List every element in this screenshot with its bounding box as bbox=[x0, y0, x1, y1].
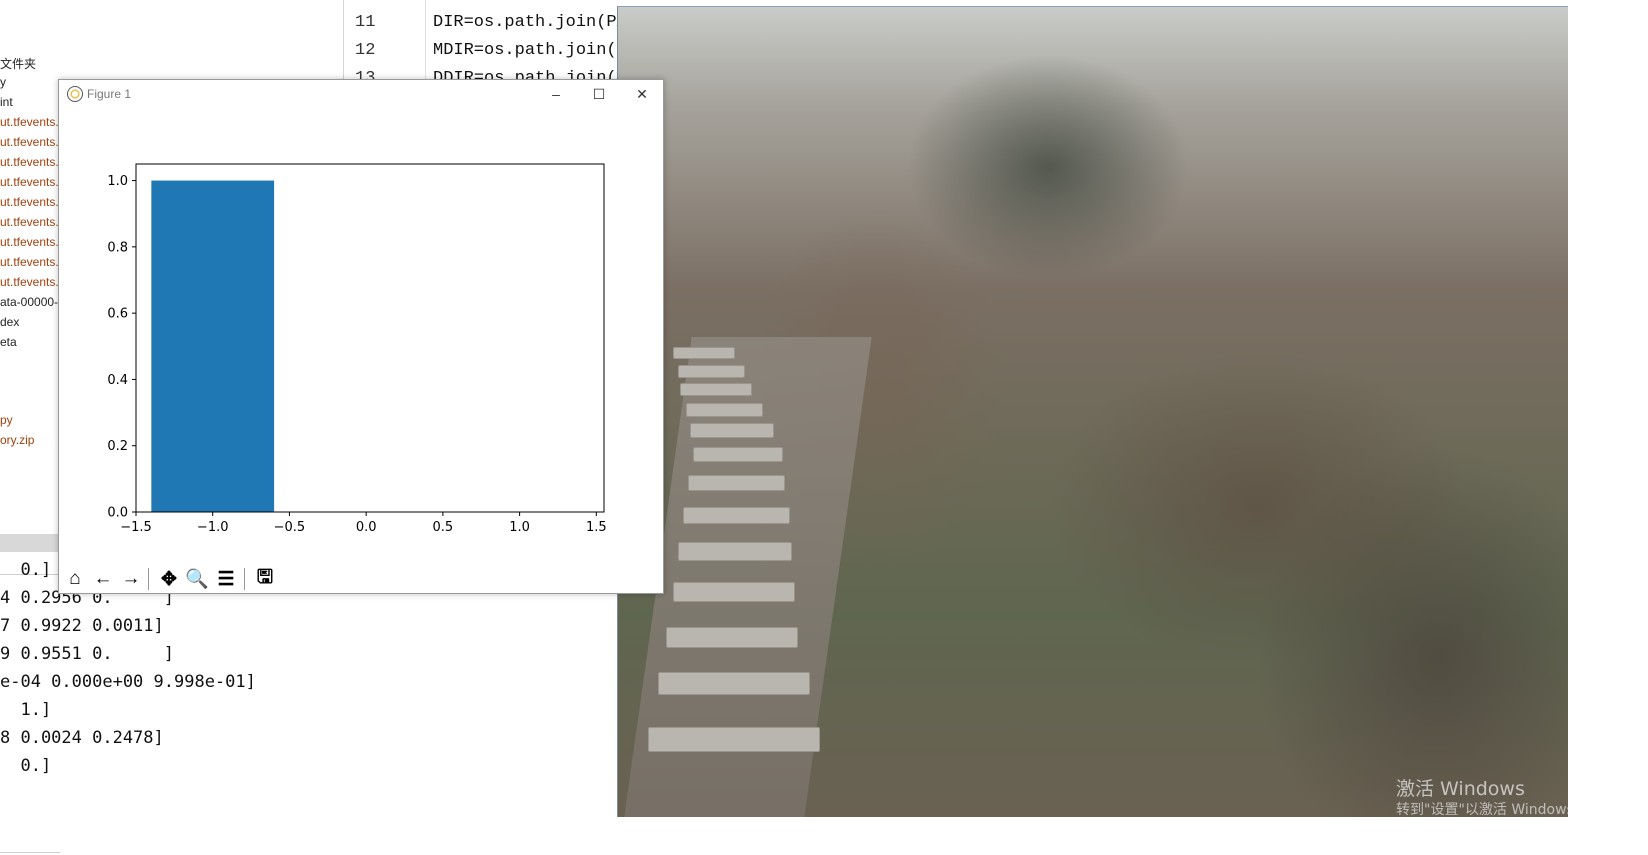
file-list-item[interactable]: ut.tfevents.1 bbox=[0, 235, 65, 249]
file-list-item[interactable]: ut.tfevents.1 bbox=[0, 195, 65, 209]
video-frame: 激活 Windows 转到"设置"以激活 Windows。 bbox=[617, 6, 1568, 817]
stone-step bbox=[673, 582, 795, 602]
save-icon[interactable]: 🖫 bbox=[252, 566, 278, 592]
pan-icon[interactable]: ✥ bbox=[156, 566, 182, 592]
minimize-button[interactable]: – bbox=[541, 84, 571, 104]
file-list-item[interactable]: ut.tfevents.1 bbox=[0, 115, 65, 129]
x-tick-label: −1.0 bbox=[197, 520, 229, 535]
stone-step bbox=[678, 542, 792, 561]
line-number: 12 bbox=[355, 41, 376, 60]
console-line: 0.] bbox=[0, 756, 52, 776]
x-tick-label: 0.0 bbox=[356, 520, 377, 535]
zoom-icon[interactable]: 🔍 bbox=[184, 566, 210, 592]
y-tick-label: 0.2 bbox=[107, 439, 128, 454]
toolbar-separator bbox=[148, 568, 149, 590]
code-line[interactable]: MDIR=os.path.join(DI bbox=[433, 41, 637, 60]
stone-step bbox=[688, 475, 785, 492]
home-icon[interactable]: ⌂ bbox=[62, 566, 88, 592]
windows-activation-hint: 转到"设置"以激活 Windows。 bbox=[1396, 802, 1568, 817]
figure-window[interactable]: Figure 1 – ☐ ✕ −1.5 −1.0 −0.5 0.0 0.5 1.0 1.5 0… bbox=[58, 79, 664, 594]
close-button[interactable]: ✕ bbox=[627, 84, 657, 104]
file-list-item[interactable]: ut.tfevents.1 bbox=[0, 175, 65, 189]
file-list-item[interactable]: eta bbox=[0, 335, 17, 349]
console-line: 1.] bbox=[0, 700, 52, 720]
x-tick-label: 0.5 bbox=[433, 520, 454, 535]
x-tick-label: −1.5 bbox=[120, 520, 152, 535]
file-list-item[interactable]: ut.tfevents.1 bbox=[0, 135, 65, 149]
y-tick-label: 0.0 bbox=[107, 506, 128, 521]
file-list-item[interactable]: ut.tfevents.1 bbox=[0, 275, 65, 289]
stone-step bbox=[683, 507, 790, 525]
stone-step bbox=[673, 347, 735, 359]
forward-icon[interactable]: → bbox=[118, 566, 144, 592]
file-list-item[interactable]: int bbox=[0, 95, 13, 109]
bar bbox=[151, 180, 275, 513]
toolbar-separator bbox=[244, 568, 245, 590]
stone-step bbox=[693, 447, 783, 463]
file-list-item[interactable]: dex bbox=[0, 315, 19, 329]
y-tick-label: 1.0 bbox=[107, 174, 128, 189]
file-list-item[interactable]: ut.tfevents.1 bbox=[0, 215, 65, 229]
file-list-item[interactable]: ata-00000- bbox=[0, 295, 58, 309]
stone-step bbox=[690, 423, 774, 438]
x-tick-label: −0.5 bbox=[274, 520, 306, 535]
console-line: e-04 0.000e+00 9.998e-01] bbox=[0, 672, 256, 692]
window-title: Figure 1 bbox=[87, 87, 132, 101]
file-list-item[interactable]: ut.tfevents.1 bbox=[0, 255, 65, 269]
gutter-separator bbox=[425, 0, 426, 90]
window-titlebar[interactable]: Figure 1 – ☐ ✕ bbox=[59, 80, 663, 108]
stone-step bbox=[680, 383, 752, 397]
matplotlib-icon bbox=[67, 86, 83, 102]
windows-activation-watermark: 激活 Windows bbox=[1396, 778, 1525, 800]
console-line: 9 0.9551 0. ] bbox=[0, 644, 174, 664]
configure-subplots-icon[interactable]: ☰ bbox=[213, 566, 239, 592]
maximize-button[interactable]: ☐ bbox=[584, 84, 614, 104]
back-icon[interactable]: ← bbox=[90, 566, 116, 592]
x-tick-label: 1.5 bbox=[586, 520, 607, 535]
stone-step bbox=[678, 365, 745, 378]
file-list-item[interactable]: py bbox=[0, 413, 13, 427]
code-line[interactable]: DIR=os.path.join(PAT bbox=[433, 13, 637, 32]
folder-label: 文件夹 bbox=[0, 57, 37, 71]
y-tick-label: 0.4 bbox=[107, 373, 128, 388]
figure-toolbar: ⌂ ← → ✥ 🔍 ☰ 🖫 bbox=[59, 564, 663, 592]
console-line: 0.] bbox=[0, 560, 52, 580]
console-divider bbox=[0, 852, 60, 853]
horizontal-scrollbar[interactable] bbox=[0, 534, 60, 552]
stone-step bbox=[686, 403, 763, 417]
bar-chart: −1.5 −1.0 −0.5 0.0 0.5 1.0 1.5 0.0 0.2 0.4 0.6 0.8 1… bbox=[107, 163, 607, 535]
file-list-item[interactable]: ut.tfevents.1 bbox=[0, 155, 65, 169]
x-tick-label: 1.0 bbox=[509, 520, 530, 535]
stone-step bbox=[648, 727, 820, 752]
file-list-item[interactable]: ory.zip bbox=[0, 433, 34, 447]
console-line: 8 0.0024 0.2478] bbox=[0, 728, 164, 748]
console-line: 7 0.9922 0.0011] bbox=[0, 616, 164, 636]
stone-step bbox=[658, 672, 810, 695]
line-number: 11 bbox=[355, 13, 376, 32]
y-tick-label: 0.8 bbox=[107, 240, 128, 255]
stone-step bbox=[666, 627, 798, 649]
file-list-item[interactable]: y bbox=[0, 75, 6, 89]
y-tick-label: 0.6 bbox=[107, 307, 128, 322]
